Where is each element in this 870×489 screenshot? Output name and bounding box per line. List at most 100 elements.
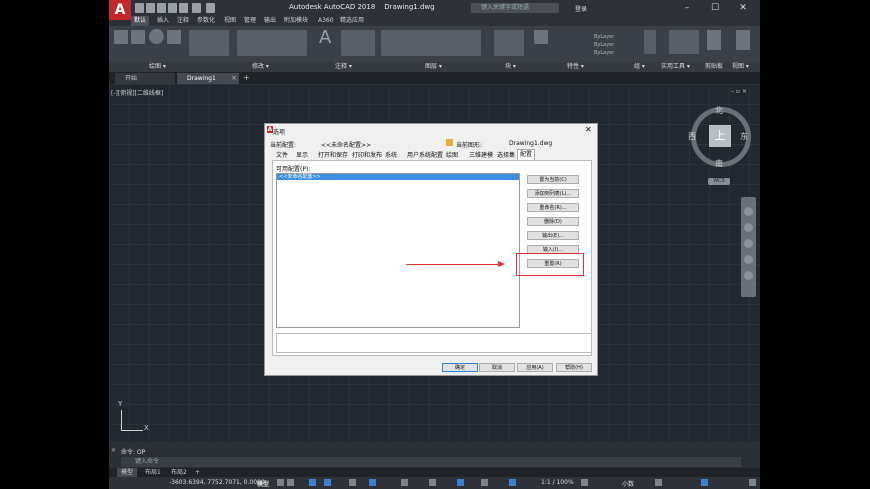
model-space-toggle[interactable]: 模型 [257, 479, 269, 488]
dynamic-ucs-icon[interactable] [481, 479, 488, 486]
panel-block[interactable]: 块 ▾ [505, 62, 516, 72]
new-file-icon[interactable] [135, 3, 144, 13]
panel-properties[interactable]: 特性 ▾ [567, 62, 584, 72]
set-current-button[interactable]: 置为当前(C) [527, 175, 579, 184]
tab-selection[interactable]: 选择集 [497, 151, 515, 160]
tab-a360[interactable]: A360 [318, 16, 334, 26]
layout-tab-model[interactable]: 模型 [117, 468, 138, 477]
tab-system[interactable]: 系统 [385, 151, 397, 160]
tab-featured-apps[interactable]: 精选应用 [340, 16, 364, 26]
panel-draw[interactable]: 绘图 ▾ [149, 62, 166, 72]
3d-osnap-icon[interactable] [457, 479, 464, 486]
command-close-icon[interactable]: ✕ [111, 447, 116, 454]
viewport-window-controls[interactable]: – ▫ × [731, 88, 747, 95]
command-input[interactable]: 键入命令 [121, 457, 741, 467]
wcs-menu[interactable]: WCS [708, 178, 730, 185]
grid-icon[interactable] [277, 479, 284, 486]
file-tab-start[interactable]: 开始 [115, 73, 175, 84]
compass-west[interactable]: 西 [688, 131, 696, 142]
login-label[interactable]: 登录 [575, 4, 587, 13]
search-input[interactable]: 键入关键字或短语 [471, 3, 559, 13]
polyline-tool-icon[interactable] [131, 30, 145, 44]
zoom-icon[interactable] [744, 239, 753, 248]
compass-south[interactable]: 南 [715, 158, 723, 169]
tab-insert[interactable]: 插入 [157, 16, 169, 26]
ortho-icon[interactable] [309, 479, 316, 486]
panel-clipboard[interactable]: 剪贴板 [705, 62, 723, 72]
snap-icon[interactable] [287, 479, 294, 486]
draw-tools-icon[interactable] [189, 30, 229, 56]
ok-button[interactable]: 确定 [442, 363, 478, 372]
compass-east[interactable]: 东 [740, 131, 748, 142]
tab-drafting[interactable]: 绘图 [446, 151, 458, 160]
isodraft-icon[interactable] [349, 479, 356, 486]
annotation-scale[interactable]: 1:1 / 100% [541, 479, 574, 486]
compass-north[interactable]: 北 [715, 105, 723, 116]
units-display[interactable]: 小数 [622, 479, 634, 488]
save-icon[interactable] [157, 3, 166, 13]
pan-icon[interactable] [744, 223, 753, 232]
rename-button[interactable]: 重命名(R)... [527, 203, 579, 212]
export-button[interactable]: 输出(E)... [527, 231, 579, 240]
tab-open-save[interactable]: 打开和保存 [318, 151, 348, 160]
color-bylayer[interactable]: ByLayer [594, 34, 614, 40]
tab-annotate[interactable]: 注释 [177, 16, 189, 26]
tab-output[interactable]: 输出 [264, 16, 276, 26]
close-tab-icon[interactable]: × [231, 74, 237, 82]
tab-plot-publish[interactable]: 打印和发布 [352, 151, 382, 160]
tab-parametric[interactable]: 参数化 [197, 16, 215, 26]
panel-modify[interactable]: 修改 ▾ [252, 62, 269, 72]
utilities-icon[interactable] [669, 30, 699, 54]
showmotion-icon[interactable] [744, 271, 753, 280]
dialog-close-icon[interactable]: ✕ [585, 125, 592, 134]
isolate-objects-icon[interactable] [701, 479, 708, 486]
add-layout-icon[interactable]: + [191, 468, 204, 477]
arc-tool-icon[interactable] [167, 30, 181, 44]
circle-tool-icon[interactable] [149, 29, 164, 44]
quick-properties-icon[interactable] [655, 479, 662, 486]
group-icon[interactable] [644, 30, 656, 54]
match-properties-icon[interactable] [534, 30, 548, 44]
orbit-icon[interactable] [744, 255, 753, 264]
tab-display[interactable]: 显示 [296, 151, 308, 160]
panel-view[interactable]: 视图 ▾ [732, 62, 749, 72]
text-tool-icon[interactable]: A [319, 27, 331, 48]
layer-tools-icon[interactable] [381, 30, 481, 56]
undo-icon[interactable] [192, 3, 201, 13]
panel-annotation[interactable]: 注释 ▾ [335, 62, 352, 72]
open-file-icon[interactable] [146, 3, 155, 13]
tab-3d-modeling[interactable]: 三维建模 [469, 151, 493, 160]
view-panel-icon[interactable] [736, 30, 750, 50]
block-tools-icon[interactable] [494, 30, 524, 56]
polar-tracking-icon[interactable] [324, 479, 331, 486]
workspace-switch-icon[interactable] [581, 479, 588, 486]
layout-tab-layout1[interactable]: 布局1 [141, 468, 165, 477]
close-button[interactable]: ✕ [731, 1, 755, 15]
tab-addins[interactable]: 附加模块 [284, 16, 308, 26]
annotation-visibility-icon[interactable] [509, 479, 516, 486]
cancel-button[interactable]: 取消 [479, 363, 515, 372]
profiles-listbox[interactable] [276, 173, 520, 328]
linetype-bylayer[interactable]: ByLayer [594, 42, 614, 48]
selection-cycling-icon[interactable] [429, 479, 436, 486]
plot-icon[interactable] [179, 3, 188, 13]
viewport-controls[interactable]: [-][俯视][二维线框] [111, 88, 163, 97]
maximize-button[interactable]: ☐ [703, 1, 727, 15]
panel-groups[interactable]: 组 ▾ [634, 62, 645, 72]
help-button[interactable]: 帮助(H) [556, 363, 592, 372]
lineweight-icon[interactable] [401, 479, 408, 486]
modify-tools-icon[interactable] [237, 30, 307, 56]
new-tab-icon[interactable]: + [243, 73, 250, 82]
panel-utilities[interactable]: 实用工具 ▾ [661, 62, 690, 72]
object-snap-tracking-icon[interactable] [369, 479, 376, 486]
profile-item[interactable]: <<未命名配置>> [277, 174, 519, 180]
viewcube-top-face[interactable]: 上 [709, 125, 731, 147]
tab-files[interactable]: 文件 [276, 151, 288, 160]
panel-layers[interactable]: 图层 ▾ [425, 62, 442, 72]
tab-manage[interactable]: 管理 [244, 16, 256, 26]
layout-tab-layout2[interactable]: 布局2 [167, 468, 191, 477]
autocad-logo[interactable]: A [109, 0, 131, 20]
tab-default[interactable]: 默认 [131, 16, 150, 26]
save-as-icon[interactable] [168, 3, 177, 13]
line-tool-icon[interactable] [114, 30, 128, 44]
